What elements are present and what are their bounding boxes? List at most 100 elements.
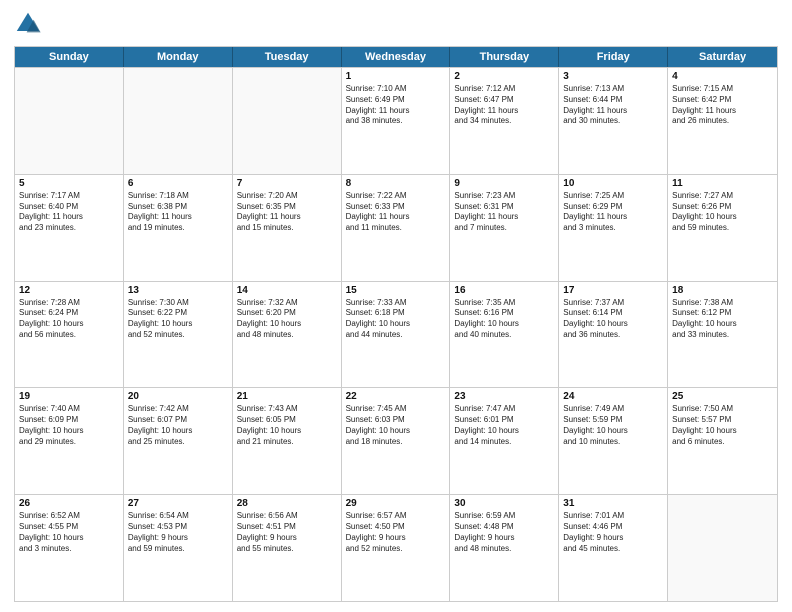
calendar-cell: 5Sunrise: 7:17 AM Sunset: 6:40 PM Daylig… (15, 175, 124, 281)
calendar-row-1: 5Sunrise: 7:17 AM Sunset: 6:40 PM Daylig… (15, 174, 777, 281)
cell-info: Sunrise: 7:42 AM Sunset: 6:07 PM Dayligh… (128, 404, 228, 447)
cell-info: Sunrise: 6:57 AM Sunset: 4:50 PM Dayligh… (346, 511, 446, 554)
calendar-cell (124, 68, 233, 174)
calendar-row-0: 1 Sunrise: 7:10 AM Sunset: 6:49 PM Daylig… (15, 67, 777, 174)
calendar-cell: 6Sunrise: 7:18 AM Sunset: 6:38 PM Daylig… (124, 175, 233, 281)
calendar-cell: 12 Sunrise: 7:28 AM Sunset: 6:24 PM Dayli… (15, 282, 124, 388)
day-number: 21 (237, 391, 337, 402)
calendar-cell: 10 Sunrise: 7:25 AM Sunset: 6:29 PM Dayli… (559, 175, 668, 281)
calendar-cell: 31 Sunrise: 7:01 AM Sunset: 4:46 PM Dayli… (559, 495, 668, 601)
calendar-cell: 27 Sunrise: 6:54 AM Sunset: 4:53 PM Dayli… (124, 495, 233, 601)
day-number: 9 (454, 178, 554, 189)
cell-info: Sunrise: 7:18 AM Sunset: 6:38 PM Dayligh… (128, 191, 228, 234)
weekday-header-friday: Friday (559, 47, 668, 67)
calendar-cell: 16 Sunrise: 7:35 AM Sunset: 6:16 PM Dayli… (450, 282, 559, 388)
calendar-cell: 18 Sunrise: 7:38 AM Sunset: 6:12 PM Dayli… (668, 282, 777, 388)
day-number: 27 (128, 498, 228, 509)
cell-info: Sunrise: 7:22 AM Sunset: 6:33 PM Dayligh… (346, 191, 446, 234)
calendar-cell: 21Sunrise: 7:43 AM Sunset: 6:05 PM Dayli… (233, 388, 342, 494)
calendar-cell: 29 Sunrise: 6:57 AM Sunset: 4:50 PM Dayli… (342, 495, 451, 601)
calendar-cell (233, 68, 342, 174)
calendar-cell (15, 68, 124, 174)
cell-info: Sunrise: 6:56 AM Sunset: 4:51 PM Dayligh… (237, 511, 337, 554)
day-number: 31 (563, 498, 663, 509)
cell-info: Sunrise: 7:32 AM Sunset: 6:20 PM Dayligh… (237, 298, 337, 341)
cell-info: Sunrise: 7:23 AM Sunset: 6:31 PM Dayligh… (454, 191, 554, 234)
day-number: 26 (19, 498, 119, 509)
calendar-cell: 15 Sunrise: 7:33 AM Sunset: 6:18 PM Dayli… (342, 282, 451, 388)
calendar-cell: 19Sunrise: 7:40 AM Sunset: 6:09 PM Dayli… (15, 388, 124, 494)
cell-info: Sunrise: 7:13 AM Sunset: 6:44 PM Dayligh… (563, 84, 663, 127)
cell-info: Sunrise: 7:37 AM Sunset: 6:14 PM Dayligh… (563, 298, 663, 341)
cell-info: Sunrise: 7:50 AM Sunset: 5:57 PM Dayligh… (672, 404, 773, 447)
cell-info: Sunrise: 7:38 AM Sunset: 6:12 PM Dayligh… (672, 298, 773, 341)
day-number: 13 (128, 285, 228, 296)
day-number: 10 (563, 178, 663, 189)
calendar-cell: 2 Sunrise: 7:12 AM Sunset: 6:47 PM Daylig… (450, 68, 559, 174)
day-number: 4 (672, 71, 773, 82)
cell-info: Sunrise: 7:28 AM Sunset: 6:24 PM Dayligh… (19, 298, 119, 341)
cell-info: Sunrise: 7:25 AM Sunset: 6:29 PM Dayligh… (563, 191, 663, 234)
page: SundayMondayTuesdayWednesdayThursdayFrid… (0, 0, 792, 612)
cell-info: Sunrise: 7:45 AM Sunset: 6:03 PM Dayligh… (346, 404, 446, 447)
calendar-cell: 13 Sunrise: 7:30 AM Sunset: 6:22 PM Dayli… (124, 282, 233, 388)
logo (14, 10, 46, 38)
calendar-cell: 3 Sunrise: 7:13 AM Sunset: 6:44 PM Daylig… (559, 68, 668, 174)
weekday-header-thursday: Thursday (450, 47, 559, 67)
cell-info: Sunrise: 7:01 AM Sunset: 4:46 PM Dayligh… (563, 511, 663, 554)
calendar-cell: 8 Sunrise: 7:22 AM Sunset: 6:33 PM Daylig… (342, 175, 451, 281)
cell-info: Sunrise: 7:17 AM Sunset: 6:40 PM Dayligh… (19, 191, 119, 234)
cell-info: Sunrise: 7:33 AM Sunset: 6:18 PM Dayligh… (346, 298, 446, 341)
day-number: 16 (454, 285, 554, 296)
day-number: 8 (346, 178, 446, 189)
day-number: 1 (346, 71, 446, 82)
calendar-cell: 7 Sunrise: 7:20 AM Sunset: 6:35 PM Daylig… (233, 175, 342, 281)
cell-info: Sunrise: 7:30 AM Sunset: 6:22 PM Dayligh… (128, 298, 228, 341)
calendar-cell (668, 495, 777, 601)
cell-info: Sunrise: 7:27 AM Sunset: 6:26 PM Dayligh… (672, 191, 773, 234)
logo-icon (14, 10, 42, 38)
cell-info: Sunrise: 7:20 AM Sunset: 6:35 PM Dayligh… (237, 191, 337, 234)
calendar-cell: 4 Sunrise: 7:15 AM Sunset: 6:42 PM Daylig… (668, 68, 777, 174)
cell-info: Sunrise: 7:49 AM Sunset: 5:59 PM Dayligh… (563, 404, 663, 447)
calendar-cell: 30 Sunrise: 6:59 AM Sunset: 4:48 PM Dayli… (450, 495, 559, 601)
day-number: 12 (19, 285, 119, 296)
day-number: 20 (128, 391, 228, 402)
calendar-row-3: 19Sunrise: 7:40 AM Sunset: 6:09 PM Dayli… (15, 387, 777, 494)
day-number: 28 (237, 498, 337, 509)
calendar: SundayMondayTuesdayWednesdayThursdayFrid… (14, 46, 778, 602)
calendar-cell: 17 Sunrise: 7:37 AM Sunset: 6:14 PM Dayli… (559, 282, 668, 388)
calendar-cell: 28 Sunrise: 6:56 AM Sunset: 4:51 PM Dayli… (233, 495, 342, 601)
cell-info: Sunrise: 7:35 AM Sunset: 6:16 PM Dayligh… (454, 298, 554, 341)
day-number: 19 (19, 391, 119, 402)
weekday-header-monday: Monday (124, 47, 233, 67)
day-number: 18 (672, 285, 773, 296)
day-number: 3 (563, 71, 663, 82)
day-number: 17 (563, 285, 663, 296)
cell-info: Sunrise: 6:54 AM Sunset: 4:53 PM Dayligh… (128, 511, 228, 554)
day-number: 2 (454, 71, 554, 82)
calendar-cell: 11 Sunrise: 7:27 AM Sunset: 6:26 PM Dayli… (668, 175, 777, 281)
day-number: 14 (237, 285, 337, 296)
weekday-header-saturday: Saturday (668, 47, 777, 67)
day-number: 24 (563, 391, 663, 402)
day-number: 25 (672, 391, 773, 402)
cell-info: Sunrise: 7:10 AM Sunset: 6:49 PM Dayligh… (346, 84, 446, 127)
day-number: 30 (454, 498, 554, 509)
header (14, 10, 778, 38)
cell-info: Sunrise: 7:15 AM Sunset: 6:42 PM Dayligh… (672, 84, 773, 127)
day-number: 15 (346, 285, 446, 296)
day-number: 11 (672, 178, 773, 189)
cell-info: Sunrise: 6:59 AM Sunset: 4:48 PM Dayligh… (454, 511, 554, 554)
day-number: 23 (454, 391, 554, 402)
cell-info: Sunrise: 7:12 AM Sunset: 6:47 PM Dayligh… (454, 84, 554, 127)
calendar-cell: 20 Sunrise: 7:42 AM Sunset: 6:07 PM Dayli… (124, 388, 233, 494)
weekday-header-sunday: Sunday (15, 47, 124, 67)
calendar-row-2: 12 Sunrise: 7:28 AM Sunset: 6:24 PM Dayli… (15, 281, 777, 388)
calendar-cell: 1 Sunrise: 7:10 AM Sunset: 6:49 PM Daylig… (342, 68, 451, 174)
day-number: 7 (237, 178, 337, 189)
day-number: 29 (346, 498, 446, 509)
calendar-body: 1 Sunrise: 7:10 AM Sunset: 6:49 PM Daylig… (15, 67, 777, 601)
calendar-row-4: 26Sunrise: 6:52 AM Sunset: 4:55 PM Dayli… (15, 494, 777, 601)
cell-info: Sunrise: 7:47 AM Sunset: 6:01 PM Dayligh… (454, 404, 554, 447)
